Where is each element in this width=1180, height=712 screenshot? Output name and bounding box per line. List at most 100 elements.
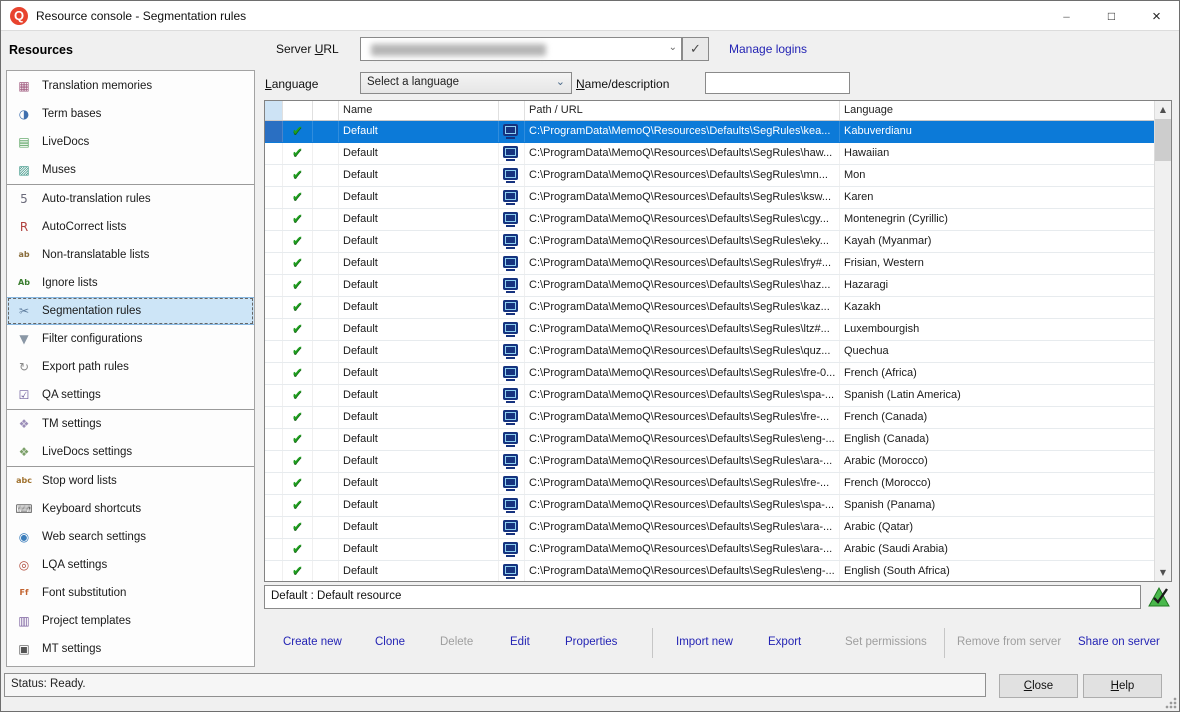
scrollbar-thumb[interactable] bbox=[1155, 119, 1171, 161]
create-new-button[interactable]: Create new bbox=[283, 636, 342, 648]
row-selector-cell[interactable] bbox=[265, 253, 283, 274]
row-selector-cell[interactable] bbox=[265, 473, 283, 494]
row-selector-cell[interactable] bbox=[265, 495, 283, 516]
table-row[interactable]: ✔ Default C:\ProgramData\MemoQ\Resources… bbox=[265, 165, 1154, 187]
row-selector-cell[interactable] bbox=[265, 385, 283, 406]
sidebar-item-lqa-settings[interactable]: ◎ LQA settings bbox=[7, 551, 254, 579]
sidebar-item-term-bases[interactable]: ◑ Term bases bbox=[7, 100, 254, 128]
table-row[interactable]: ✔ Default C:\ProgramData\MemoQ\Resources… bbox=[265, 517, 1154, 539]
row-selector-cell[interactable] bbox=[265, 363, 283, 384]
table-row[interactable]: ✔ Default C:\ProgramData\MemoQ\Resources… bbox=[265, 429, 1154, 451]
resource-description-box[interactable]: Default : Default resource bbox=[264, 585, 1141, 609]
row-selector-cell[interactable] bbox=[265, 561, 283, 581]
computer-icon bbox=[503, 432, 518, 444]
sidebar-item-stop-word-lists[interactable]: abc Stop word lists bbox=[7, 467, 254, 495]
cell-path-url: C:\ProgramData\MemoQ\Resources\Defaults\… bbox=[525, 275, 840, 296]
resources-table: Name Path / URL Language ✔ Default C:\Pr… bbox=[264, 100, 1172, 582]
row-selector-cell[interactable] bbox=[265, 209, 283, 230]
row-selector-cell[interactable] bbox=[265, 187, 283, 208]
row-selector-cell[interactable] bbox=[265, 429, 283, 450]
export-button[interactable]: Export bbox=[768, 636, 801, 648]
table-row[interactable]: ✔ Default C:\ProgramData\MemoQ\Resources… bbox=[265, 121, 1154, 143]
table-row[interactable]: ✔ Default C:\ProgramData\MemoQ\Resources… bbox=[265, 407, 1154, 429]
table-row[interactable]: ✔ Default C:\ProgramData\MemoQ\Resources… bbox=[265, 539, 1154, 561]
language-filter-select[interactable]: Select a language ⌄ bbox=[360, 72, 572, 94]
sidebar-item-filter-configurations[interactable]: ▼ Filter configurations bbox=[7, 325, 254, 353]
table-row[interactable]: ✔ Default C:\ProgramData\MemoQ\Resources… bbox=[265, 275, 1154, 297]
row-selector-cell[interactable] bbox=[265, 407, 283, 428]
sidebar-item-translation-memories[interactable]: ▦ Translation memories bbox=[7, 72, 254, 100]
sidebar-item-export-path-rules[interactable]: ↻ Export path rules bbox=[7, 353, 254, 381]
sidebar-item-web-search-settings[interactable]: ◉ Web search settings bbox=[7, 523, 254, 551]
connect-check-button[interactable]: ✓ bbox=[682, 37, 709, 61]
sidebar-item-segmentation-rules[interactable]: ✂ Segmentation rules bbox=[7, 297, 254, 325]
sidebar-item-qa-settings[interactable]: ☑ QA settings bbox=[7, 381, 254, 409]
table-row[interactable]: ✔ Default C:\ProgramData\MemoQ\Resources… bbox=[265, 385, 1154, 407]
table-row[interactable]: ✔ Default C:\ProgramData\MemoQ\Resources… bbox=[265, 187, 1154, 209]
sidebar-item-label: Export path rules bbox=[42, 361, 129, 373]
row-selector-cell[interactable] bbox=[265, 451, 283, 472]
properties-button[interactable]: Properties bbox=[565, 636, 617, 648]
name-description-input[interactable] bbox=[705, 72, 850, 94]
server-url-combobox[interactable]: ⌄ bbox=[360, 37, 682, 61]
remove-from-server-button: Remove from server bbox=[957, 636, 1061, 648]
share-on-server-button[interactable]: Share on server bbox=[1078, 636, 1160, 648]
sidebar-item-livedocs-settings[interactable]: ❖ LiveDocs settings bbox=[7, 438, 254, 466]
vertical-scrollbar[interactable]: ▲ ▼ bbox=[1154, 101, 1171, 581]
sidebar-item-keyboard-shortcuts[interactable]: ⌨ Keyboard shortcuts bbox=[7, 495, 254, 523]
row-selector-cell[interactable] bbox=[265, 231, 283, 252]
row-selector-cell[interactable] bbox=[265, 121, 283, 142]
help-button[interactable]: Help bbox=[1083, 674, 1162, 698]
table-row[interactable]: ✔ Default C:\ProgramData\MemoQ\Resources… bbox=[265, 561, 1154, 581]
cell-language: Hawaiian bbox=[840, 143, 1154, 164]
header-language[interactable]: Language bbox=[840, 101, 1171, 120]
table-row[interactable]: ✔ Default C:\ProgramData\MemoQ\Resources… bbox=[265, 297, 1154, 319]
row-selector-cell[interactable] bbox=[265, 143, 283, 164]
header-name[interactable]: Name bbox=[339, 101, 499, 120]
table-row[interactable]: ✔ Default C:\ProgramData\MemoQ\Resources… bbox=[265, 363, 1154, 385]
chevron-down-icon[interactable]: ⌄ bbox=[669, 42, 677, 53]
green-check-icon: ✔ bbox=[292, 542, 303, 557]
row-selector-cell[interactable] bbox=[265, 275, 283, 296]
header-path-url[interactable]: Path / URL bbox=[525, 101, 840, 120]
sidebar-item-auto-translation-rules[interactable]: 5 Auto-translation rules bbox=[7, 185, 254, 213]
table-row[interactable]: ✔ Default C:\ProgramData\MemoQ\Resources… bbox=[265, 341, 1154, 363]
row-selector-cell[interactable] bbox=[265, 341, 283, 362]
delete-button: Delete bbox=[440, 636, 473, 648]
table-row[interactable]: ✔ Default C:\ProgramData\MemoQ\Resources… bbox=[265, 253, 1154, 275]
close-button[interactable]: Close bbox=[999, 674, 1078, 698]
import-new-button[interactable]: Import new bbox=[676, 636, 733, 648]
sidebar-item-non-translatable-lists[interactable]: ab Non-translatable lists bbox=[7, 241, 254, 269]
sidebar-item-font-substitution[interactable]: Ff Font substitution bbox=[7, 579, 254, 607]
row-selector-cell[interactable] bbox=[265, 517, 283, 538]
row-selector-cell[interactable] bbox=[265, 165, 283, 186]
minimize-button[interactable]: – bbox=[1044, 1, 1089, 31]
cell-name: Default bbox=[339, 341, 499, 362]
row-selector-cell[interactable] bbox=[265, 539, 283, 560]
sidebar-item-livedocs[interactable]: ▤ LiveDocs bbox=[7, 128, 254, 156]
table-row[interactable]: ✔ Default C:\ProgramData\MemoQ\Resources… bbox=[265, 319, 1154, 341]
resize-grip[interactable] bbox=[1165, 697, 1177, 709]
sidebar-item-project-templates[interactable]: ▥ Project templates bbox=[7, 607, 254, 635]
maximize-button[interactable]: □ bbox=[1089, 1, 1134, 31]
sidebar-item-autocorrect-lists[interactable]: R AutoCorrect lists bbox=[7, 213, 254, 241]
table-row[interactable]: ✔ Default C:\ProgramData\MemoQ\Resources… bbox=[265, 231, 1154, 253]
manage-logins-link[interactable]: Manage logins bbox=[729, 42, 807, 56]
close-window-button[interactable]: × bbox=[1134, 1, 1179, 31]
sidebar-item-muses[interactable]: ▨ Muses bbox=[7, 156, 254, 184]
row-selector-cell[interactable] bbox=[265, 297, 283, 318]
table-row[interactable]: ✔ Default C:\ProgramData\MemoQ\Resources… bbox=[265, 495, 1154, 517]
scroll-up-arrow-icon[interactable]: ▲ bbox=[1155, 101, 1171, 118]
sidebar-item-tm-settings[interactable]: ❖ TM settings bbox=[7, 410, 254, 438]
table-row[interactable]: ✔ Default C:\ProgramData\MemoQ\Resources… bbox=[265, 451, 1154, 473]
edit-description-icon[interactable] bbox=[1146, 584, 1172, 610]
row-selector-cell[interactable] bbox=[265, 319, 283, 340]
table-row[interactable]: ✔ Default C:\ProgramData\MemoQ\Resources… bbox=[265, 209, 1154, 231]
font-substitution-icon: Ff bbox=[14, 585, 34, 601]
edit-button[interactable]: Edit bbox=[510, 636, 530, 648]
scroll-down-arrow-icon[interactable]: ▼ bbox=[1155, 564, 1171, 581]
clone-button[interactable]: Clone bbox=[375, 636, 405, 648]
table-row[interactable]: ✔ Default C:\ProgramData\MemoQ\Resources… bbox=[265, 473, 1154, 495]
sidebar-item-ignore-lists[interactable]: Ab Ignore lists bbox=[7, 269, 254, 297]
table-row[interactable]: ✔ Default C:\ProgramData\MemoQ\Resources… bbox=[265, 143, 1154, 165]
